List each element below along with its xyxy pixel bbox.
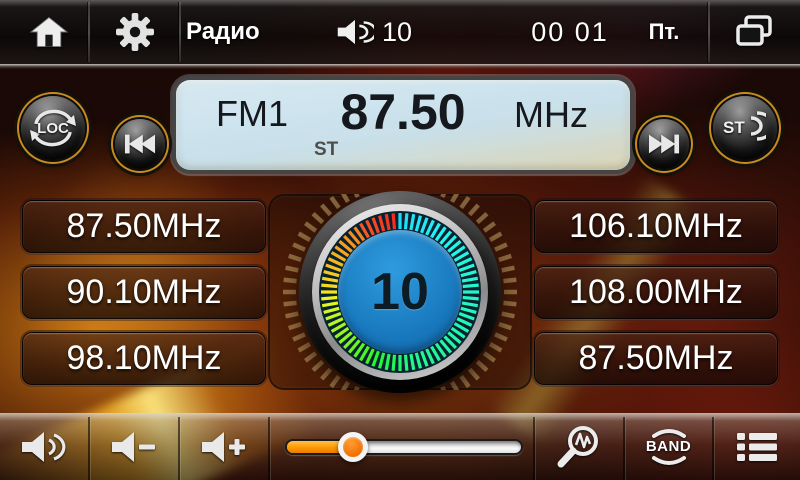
bottom-toolbar: BAND — [0, 413, 800, 480]
menu-list-button[interactable] — [714, 413, 800, 480]
preset-button-2[interactable]: 90.10MHz — [22, 266, 266, 319]
settings-button[interactable] — [100, 0, 170, 64]
band-button[interactable]: BAND — [625, 413, 712, 480]
topbar-divider — [708, 2, 710, 62]
speaker-minus-icon — [110, 429, 158, 465]
skip-previous-icon — [124, 133, 156, 155]
scan-button[interactable] — [535, 413, 623, 480]
preset-button-5[interactable]: 108.00MHz — [534, 266, 778, 319]
overlapping-windows-icon — [734, 14, 774, 50]
speaker-mute-button[interactable] — [0, 413, 88, 480]
sound-waves-icon — [748, 110, 766, 142]
knob-face: 10 — [338, 230, 462, 354]
volume-status: 10 — [336, 0, 412, 64]
topbar-bottom-bevel — [0, 64, 800, 69]
volume-up-button[interactable] — [180, 413, 268, 480]
previous-track-button[interactable] — [115, 119, 165, 169]
volume-slider-track[interactable] — [285, 439, 523, 455]
stereo-button-label: ST — [723, 118, 745, 138]
preset-button-4[interactable]: 106.10MHz — [534, 200, 778, 253]
stereo-indicator: ST — [314, 139, 338, 161]
preset-button-1[interactable]: 87.50MHz — [22, 200, 266, 253]
preset-button-3[interactable]: 98.10MHz — [22, 332, 266, 385]
volume-level-value: 10 — [382, 17, 412, 48]
clock-time: 00 01 — [520, 0, 620, 64]
page-title: Радио — [186, 0, 260, 64]
volume-down-button[interactable] — [90, 413, 178, 480]
scan-magnifier-icon — [556, 424, 602, 470]
radio-head-unit-screen: Радио 10 00 01 Пт. FM1 87.50 MHz ST — [0, 0, 800, 480]
topbar-divider — [88, 2, 90, 62]
top-status-bar: Радио 10 00 01 Пт. — [0, 0, 800, 64]
volume-knob[interactable]: 10 — [299, 191, 501, 393]
weekday-label: Пт. — [634, 0, 694, 64]
loc-label: LOC — [37, 120, 69, 137]
knob-volume-value: 10 — [371, 262, 429, 322]
stereo-button[interactable]: ST — [713, 96, 777, 160]
band-label: BAND — [646, 438, 691, 455]
preset-button-6[interactable]: 87.50MHz — [534, 332, 778, 385]
speaker-icon — [336, 17, 374, 47]
topbar-divider — [179, 2, 181, 62]
window-switch-button[interactable] — [716, 0, 792, 64]
home-icon — [29, 15, 69, 49]
next-track-button[interactable] — [639, 119, 689, 169]
home-button[interactable] — [14, 0, 84, 64]
volume-slider-thumb[interactable] — [338, 432, 368, 462]
frequency-unit: MHz — [514, 94, 588, 136]
speaker-loud-icon — [20, 429, 68, 465]
frequency-display: FM1 87.50 MHz ST — [176, 80, 630, 170]
list-menu-icon — [735, 431, 779, 463]
skip-next-icon — [648, 133, 680, 155]
volume-slider[interactable] — [268, 413, 533, 480]
speaker-plus-icon — [200, 429, 248, 465]
gear-icon — [116, 13, 154, 51]
loc-button[interactable]: LOC — [21, 96, 85, 160]
